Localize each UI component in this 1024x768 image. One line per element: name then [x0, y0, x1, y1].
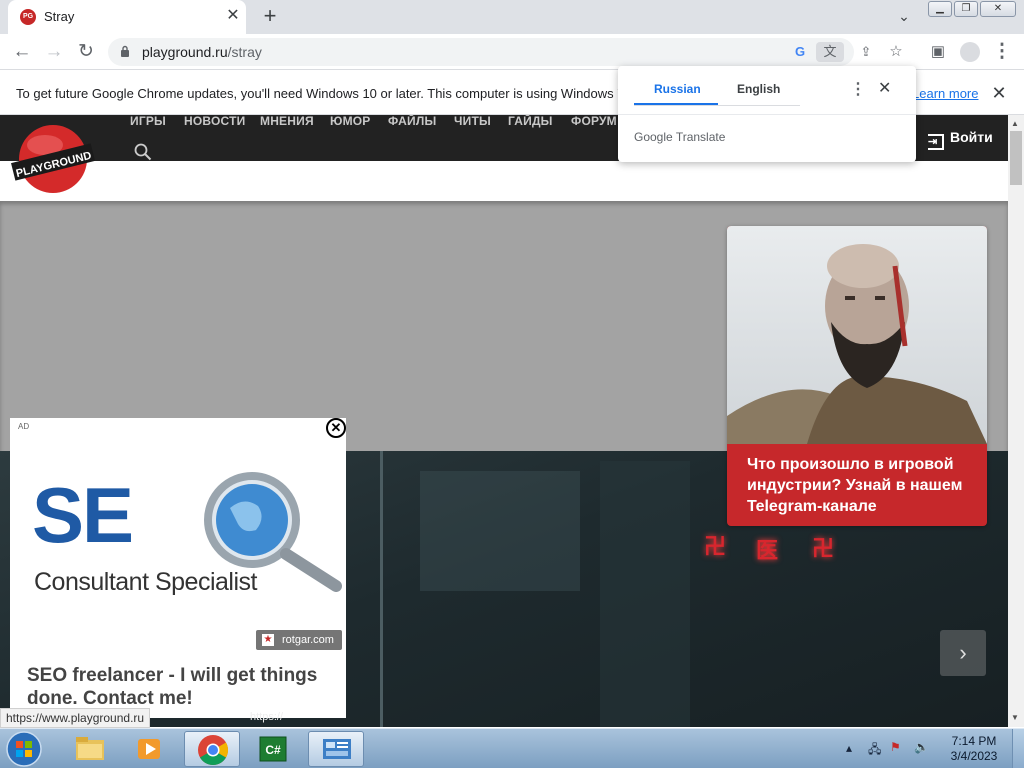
neon-sign: 卍 — [704, 534, 727, 559]
translate-icon[interactable]: 文 — [816, 42, 844, 62]
chrome-icon[interactable] — [184, 731, 240, 767]
nav-guides[interactable]: ГАЙДЫ — [508, 115, 553, 128]
media-player-icon[interactable] — [122, 731, 178, 767]
ad-headline[interactable]: SEO freelancer - I will get things done.… — [27, 664, 337, 710]
nav-cheats[interactable]: ЧИТЫ — [454, 115, 491, 128]
profile-icon[interactable] — [958, 40, 982, 64]
show-hidden-icons[interactable]: ▴ — [846, 741, 852, 755]
page-scrollbar[interactable]: ▲ ▼ — [1008, 115, 1024, 727]
action-center-icon[interactable]: ⚑ — [890, 740, 901, 754]
tab-stray[interactable]: PG Stray ✕ — [8, 0, 246, 34]
site-logo[interactable]: PLAYGROUND — [10, 123, 96, 195]
nav-opinions[interactable]: МНЕНИЯ — [260, 115, 314, 128]
scroll-up-icon[interactable]: ▲ — [1011, 119, 1019, 128]
start-button[interactable] — [4, 730, 44, 768]
status-url-bubble: https://www.playground.ru — [0, 708, 151, 728]
restore-button[interactable]: ❐ — [954, 1, 978, 17]
tab-close-icon[interactable]: ✕ — [224, 7, 242, 25]
chevron-down-icon[interactable]: ⌄ — [894, 8, 914, 26]
divider — [618, 114, 916, 115]
new-tab-icon[interactable]: + — [258, 5, 282, 29]
browser-toolbar: ← → ↻ playground.ru/stray G 文 ⇪ ☆ ▣ ⋮ — [0, 34, 1024, 70]
nav-files[interactable]: ФАЙЛЫ — [388, 115, 436, 128]
minimize-button[interactable]: ▁ — [928, 1, 952, 17]
ad-domain-badge[interactable]: ★ rotgar.com — [256, 630, 342, 650]
next-slide-button[interactable]: › — [940, 630, 986, 676]
translate-popup: Russian English ⋮ ✕ Google Translate — [618, 66, 916, 162]
svg-text:C#: C# — [265, 743, 281, 757]
star-icon[interactable]: ☆ — [886, 42, 906, 62]
back-icon[interactable]: ← — [10, 40, 34, 64]
control-panel-icon[interactable] — [308, 731, 364, 767]
telegram-promo-card[interactable]: Что произошло в игровой индустрии? Узнай… — [727, 226, 987, 526]
reload-icon[interactable]: ↻ — [74, 40, 98, 64]
volume-icon[interactable]: 🔈 — [914, 740, 929, 754]
promo-image — [727, 226, 987, 444]
nav-games[interactable]: ИГРЫ — [130, 115, 166, 128]
clock[interactable]: 7:14 PM 3/4/2023 — [944, 734, 1004, 764]
close-window-button[interactable]: ✕ — [980, 1, 1016, 17]
more-options-icon[interactable]: ⋮ — [850, 79, 866, 99]
infobar-text: To get future Google Chrome updates, you… — [16, 86, 629, 101]
search-icon[interactable] — [134, 143, 152, 161]
infobar-close-icon[interactable]: ✕ — [990, 83, 1008, 104]
lock-icon — [121, 45, 129, 57]
promo-text: Что произошло в игровой индустрии? Узнай… — [747, 456, 963, 515]
nav-humor[interactable]: ЮМОР — [330, 115, 371, 128]
forward-icon[interactable]: → — [42, 40, 66, 64]
nav-news[interactable]: НОВОСТИ — [184, 115, 245, 128]
tab-divider — [634, 105, 800, 106]
ad-banner[interactable]: AD ✕ SE Consultant Specialist ★ rotgar.c… — [10, 418, 346, 718]
tab-english[interactable]: English — [737, 82, 780, 96]
windows-taskbar: C# ▴ 🖧 ⚑ 🔈 7:14 PM 3/4/2023 — [0, 728, 1024, 768]
network-icon[interactable]: 🖧 — [868, 740, 881, 761]
scroll-down-icon[interactable]: ▼ — [1011, 713, 1019, 722]
clock-date: 3/4/2023 — [950, 749, 998, 763]
sidepanel-icon[interactable]: ▣ — [926, 40, 950, 64]
address-bar[interactable]: playground.ru/stray G 文 ⇪ ☆ — [108, 38, 903, 66]
tab-strip: PG Stray ✕ + ⌄ ▁ ❐ ✕ — [0, 0, 1024, 34]
hover-url-text: https:// — [250, 711, 284, 723]
clock-time: 7:14 PM — [951, 734, 997, 748]
close-icon[interactable]: ✕ — [878, 78, 891, 98]
google-translate-brand: Google Translate — [634, 130, 726, 144]
tab-russian[interactable]: Russian — [654, 82, 701, 96]
neon-sign: 医 — [756, 538, 779, 563]
ad-label: AD — [18, 422, 30, 431]
explorer-icon[interactable] — [62, 731, 118, 767]
ad-close-icon[interactable]: ✕ — [326, 418, 346, 438]
ad-domain-text: rotgar.com — [282, 634, 334, 646]
learn-more-link[interactable]: Learn more — [912, 86, 978, 101]
menu-icon[interactable]: ⋮ — [990, 40, 1014, 64]
share-icon[interactable]: ⇪ — [856, 42, 876, 62]
nav-forum[interactable]: ФОРУМ — [571, 115, 617, 128]
login-button[interactable]: ⇥ Войти — [928, 129, 993, 150]
neon-sign: 卍 — [812, 536, 835, 561]
url-text[interactable]: playground.ru/stray — [142, 44, 262, 60]
show-desktop-button[interactable] — [1012, 729, 1024, 768]
scroll-thumb[interactable] — [1010, 131, 1022, 185]
google-icon[interactable]: G — [790, 42, 810, 62]
star-icon: ★ — [262, 634, 274, 646]
seo-logo-subtitle: Consultant Specialist — [34, 568, 257, 596]
seo-logo-letters: SE — [32, 471, 134, 559]
favicon-icon: PG — [20, 9, 36, 25]
login-icon: ⇥ — [928, 134, 944, 150]
csharp-icon[interactable]: C# — [246, 731, 302, 767]
tab-title: Stray — [44, 9, 75, 24]
